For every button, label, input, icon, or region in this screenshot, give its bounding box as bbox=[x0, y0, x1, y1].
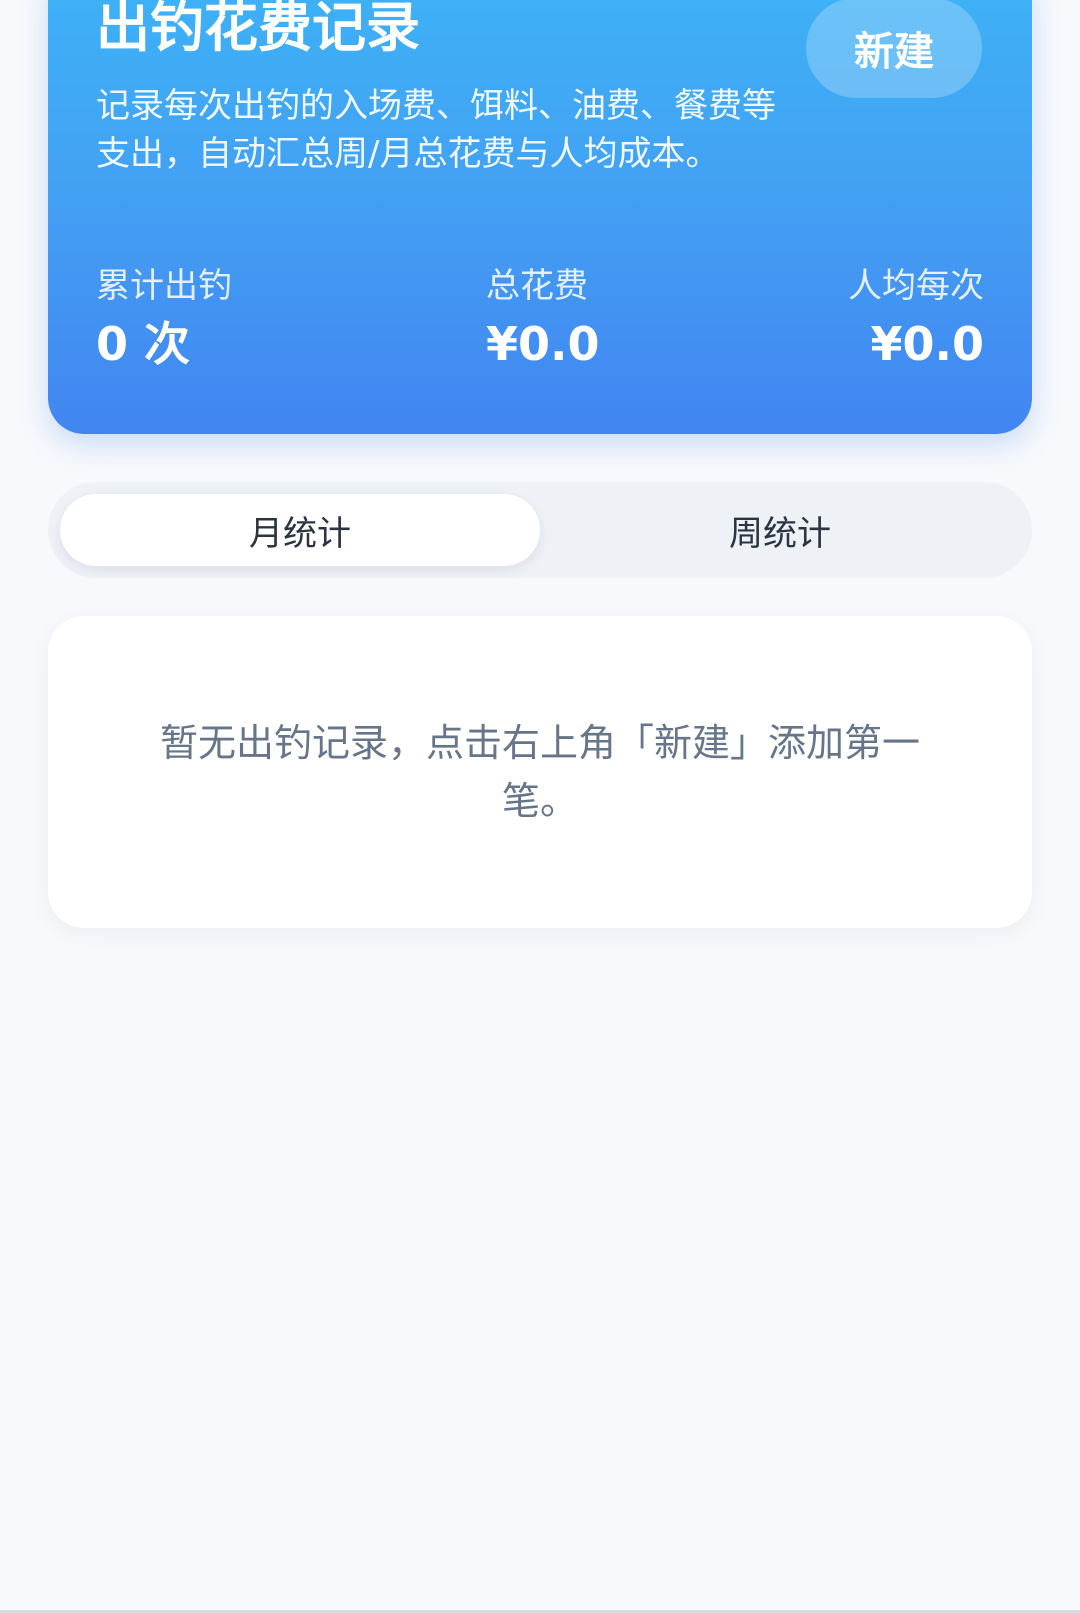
stat-average-cost-label: 人均每次 bbox=[848, 266, 984, 306]
summary-header-card: 出钓花费记录 新建 记录每次出钓的入场费、饵料、油费、餐费等支出，自动汇总周/月… bbox=[48, 0, 1032, 434]
page-title: 出钓花费记录 bbox=[96, 0, 420, 59]
empty-state-card: 暂无出钓记录，点击右上角「新建」添加第一笔。 bbox=[48, 616, 1032, 928]
stat-average-cost: 人均每次 ¥0.0 bbox=[848, 266, 984, 370]
stat-total-trips: 累计出钓 0 次 bbox=[96, 266, 232, 370]
stat-total-trips-label: 累计出钓 bbox=[96, 266, 232, 306]
stat-total-cost: 总花费 ¥0.0 bbox=[486, 266, 600, 370]
page-description: 记录每次出钓的入场费、饵料、油费、餐费等支出，自动汇总周/月总花费与人均成本。 bbox=[96, 86, 776, 174]
stat-total-cost-value: ¥0.0 bbox=[486, 317, 600, 371]
tab-weekly-statistics[interactable]: 周统计 bbox=[540, 494, 1020, 566]
empty-state-message: 暂无出钓记录，点击右上角「新建」添加第一笔。 bbox=[159, 721, 920, 823]
stat-average-cost-value: ¥0.0 bbox=[870, 317, 985, 371]
statistics-tab-bar: 月统计 周统计 bbox=[48, 482, 1032, 578]
stat-total-cost-label: 总花费 bbox=[486, 266, 588, 306]
stat-total-trips-value: 0 次 bbox=[96, 317, 191, 371]
new-record-button[interactable]: 新建 bbox=[806, 0, 982, 98]
tab-monthly-statistics[interactable]: 月统计 bbox=[60, 494, 540, 566]
